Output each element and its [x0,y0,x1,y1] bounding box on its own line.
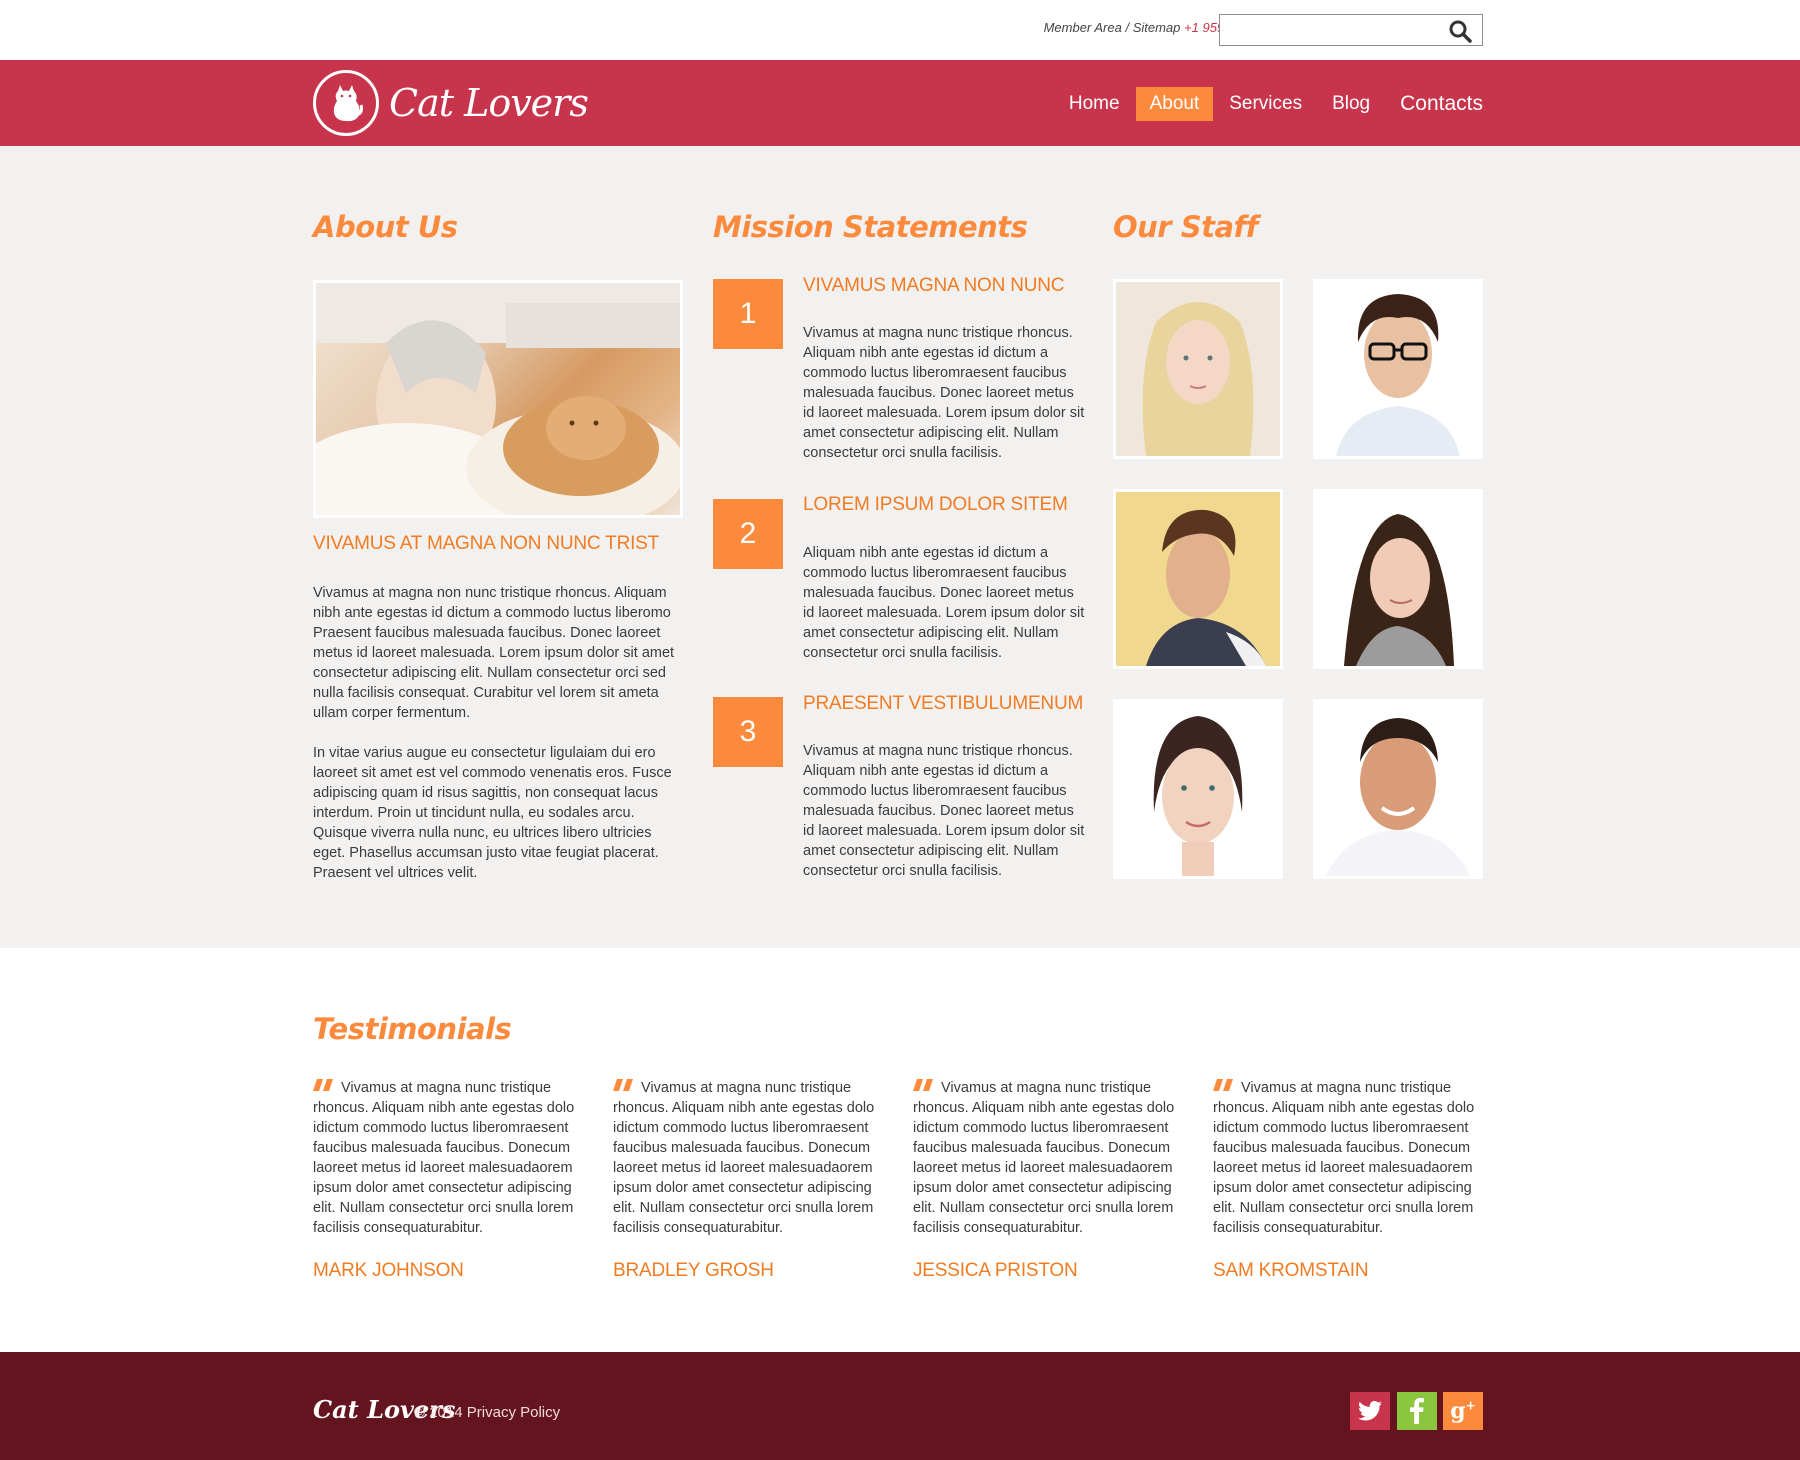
nav-home[interactable]: Home [1055,87,1134,121]
mission-number-1: 1 [713,279,783,349]
quote-icon [1213,1077,1235,1091]
header: Cat Lovers Home About Services Blog Cont… [0,60,1800,146]
mission-number-2: 2 [713,499,783,569]
top-bar: Member Area / Sitemap +1 959 603 6035 [0,0,1800,60]
testimonial-2: Vivamus at magna nunc tristique rhoncus.… [613,1077,883,1238]
nav-blog[interactable]: Blog [1318,87,1384,121]
quote-icon [613,1077,635,1091]
testimonial-author-4: SAM KROMSTAIN [1213,1260,1369,1281]
mission-title: Mission Statements [713,210,1028,244]
about-paragraph-1: Vivamus at magna non nunc tristique rhon… [313,585,675,721]
staff-photo-6[interactable] [1313,699,1483,879]
staff-photo-1[interactable] [1113,279,1283,459]
member-area-link[interactable]: Member Area [1044,20,1122,35]
staff-photo-2[interactable] [1313,279,1483,459]
privacy-policy-link[interactable]: Privacy Policy [467,1404,560,1421]
testimonial-3: Vivamus at magna nunc tristique rhoncus.… [913,1077,1183,1238]
site-logo[interactable]: Cat Lovers [313,70,589,136]
testimonials-section [0,948,1800,1352]
staff-title: Our Staff [1113,210,1258,244]
footer: Cat Lovers © 2014 Privacy Policy g+ [0,1352,1800,1460]
testimonial-author-1: MARK JOHNSON [313,1260,464,1281]
testimonial-4: Vivamus at magna nunc tristique rhoncus.… [1213,1077,1483,1238]
testimonial-text: Vivamus at magna nunc tristique rhoncus.… [913,1080,1175,1236]
about-title: About Us [313,210,458,244]
about-subtitle: VIVAMUS AT MAGNA NON NUNC TRIST [313,533,660,554]
cat-logo-icon [313,70,379,136]
testimonials-title: Testimonials [313,1012,512,1046]
search-icon[interactable] [1448,19,1472,43]
twitter-icon[interactable] [1350,1392,1390,1430]
nav-services[interactable]: Services [1215,87,1316,121]
nav-contacts[interactable]: Contacts [1386,86,1483,122]
testimonial-text: Vivamus at magna nunc tristique rhoncus.… [313,1080,575,1236]
main-nav: Home About Services Blog Contacts [1053,86,1483,122]
footer-copyright: © 2014 Privacy Policy [414,1404,560,1421]
quote-icon [313,1077,335,1091]
staff-photo-4[interactable] [1313,489,1483,669]
facebook-icon[interactable] [1397,1392,1437,1430]
about-photo [313,280,683,518]
search-box [1219,14,1483,46]
google-plus-icon[interactable]: g+ [1443,1392,1483,1430]
mission-text-1: Vivamus at magna nunc tristique rhoncus.… [803,325,1085,461]
mission-heading-1: VIVAMUS MAGNA NON NUNC [803,275,1065,296]
testimonial-author-2: BRADLEY GROSH [613,1260,774,1281]
top-links-separator: / [1121,20,1133,35]
mission-text-2: Aliquam nibh ante egestas id dictum a co… [803,545,1085,661]
mission-text-3: Vivamus at magna nunc tristique rhoncus.… [803,743,1085,879]
sitemap-link[interactable]: Sitemap [1133,20,1181,35]
mission-number-3: 3 [713,697,783,767]
mission-heading-3: PRAESENT VESTIBULUMENUM [803,693,1084,714]
quote-icon [913,1077,935,1091]
about-paragraph-2: In vitae varius augue eu consectetur lig… [313,745,672,881]
testimonial-text: Vivamus at magna nunc tristique rhoncus.… [613,1080,875,1236]
staff-photo-5[interactable] [1113,699,1283,879]
nav-about[interactable]: About [1135,87,1214,121]
mission-heading-2: LOREM IPSUM DOLOR SITEM [803,494,1068,515]
staff-photo-3[interactable] [1113,489,1283,669]
search-input[interactable] [1220,15,1440,45]
copyright-text: © 2014 [414,1404,463,1421]
brand-name: Cat Lovers [389,81,589,125]
testimonial-text: Vivamus at magna nunc tristique rhoncus.… [1213,1080,1475,1236]
testimonial-1: Vivamus at magna nunc tristique rhoncus.… [313,1077,583,1238]
testimonial-author-3: JESSICA PRISTON [913,1260,1078,1281]
